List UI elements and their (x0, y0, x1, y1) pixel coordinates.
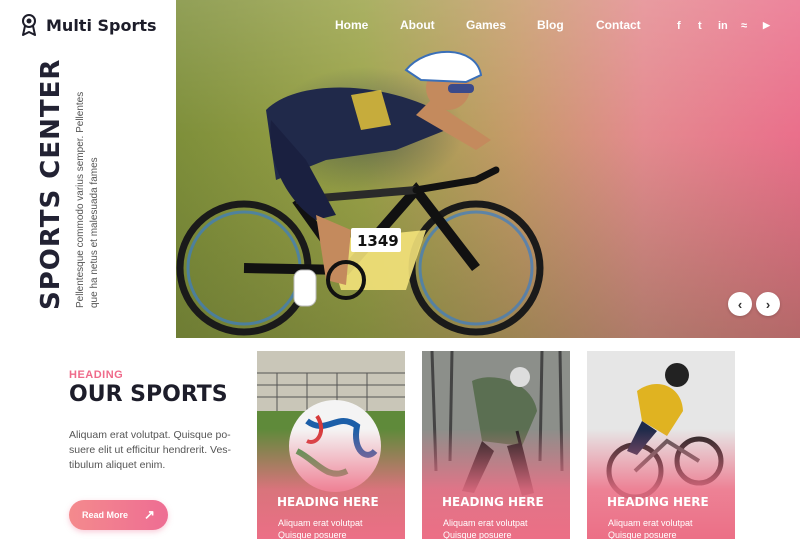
rss-icon[interactable]: ≈ (741, 20, 747, 32)
section-text: Aliquam erat volutpat. Quisque po-suere … (69, 429, 232, 471)
card-title: HEADING HERE (607, 495, 709, 509)
brand-name: Multi Sports (46, 15, 157, 35)
hero-title: SPORTS CENTER (36, 58, 66, 310)
facebook-icon[interactable]: f (677, 20, 681, 32)
card-title: HEADING HERE (277, 495, 379, 509)
nav-games[interactable]: Games (466, 18, 506, 32)
card-title: HEADING HERE (442, 495, 544, 509)
main-nav: Home About Games Blog Contact (176, 18, 800, 36)
sport-card-soccer[interactable]: HEADING HERE Aliquam erat volutpat Quisq… (257, 351, 405, 539)
card-text: Aliquam erat volutpat Quisque posuere (443, 518, 528, 539)
cyclist-illustration: 1349 (176, 50, 544, 336)
nav-about[interactable]: About (400, 18, 435, 32)
nav-contact[interactable]: Contact (596, 18, 641, 32)
section-title: OUR SPORTS (69, 382, 228, 407)
sport-card-hockey[interactable]: HEADING HERE Aliquam erat volutpat Quisq… (422, 351, 570, 539)
read-more-button[interactable]: Read More ↗ (69, 500, 168, 530)
hero-description: Pellentesque commodo varius semper. Pell… (75, 91, 100, 308)
card-text: Aliquam erat volutpat Quisque posuere (278, 518, 363, 539)
nav-home[interactable]: Home (335, 18, 368, 32)
slider-prev-button[interactable]: ‹ (728, 292, 752, 316)
sport-card-bmx[interactable]: HEADING HERE Aliquam erat volutpat Quisq… (587, 351, 735, 539)
slider-next-button[interactable]: › (756, 292, 780, 316)
card-text: Aliquam erat volutpat Quisque posuere (608, 518, 693, 539)
section-kicker: HEADING (69, 369, 124, 381)
brand-logo[interactable]: Multi Sports (20, 14, 157, 36)
bib-number: 1349 (357, 232, 399, 250)
nav-blog[interactable]: Blog (537, 18, 564, 32)
arrow-up-right-icon: ↗ (144, 507, 155, 522)
twitter-icon[interactable]: t (698, 20, 702, 32)
youtube-icon[interactable]: ▶ (763, 20, 770, 31)
read-more-label: Read More (82, 510, 129, 520)
medal-icon (22, 14, 36, 36)
hero-slider: 1349 Home About Games Blog Contact f t i… (176, 0, 800, 338)
linkedin-icon[interactable]: in (718, 20, 728, 32)
